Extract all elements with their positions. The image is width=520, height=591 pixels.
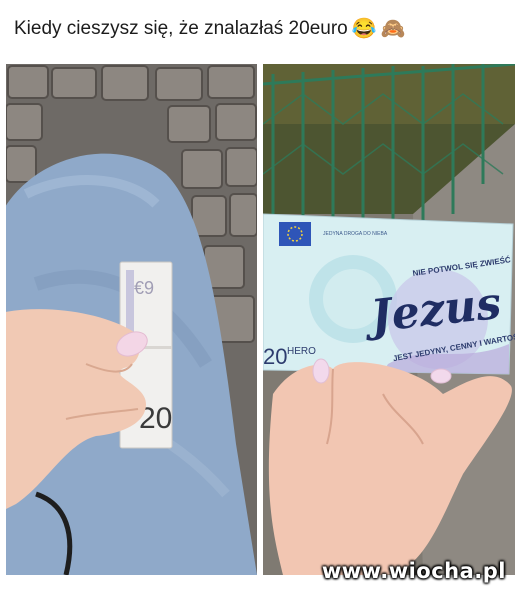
banknote-hero: HERO — [287, 346, 316, 357]
right-photo-scene: JEDYNA DROGA DO NIEBA NIE POTWOL SIĘ ZWI… — [263, 64, 515, 575]
see-no-evil-monkey-emoji-icon: 🙈 — [380, 18, 406, 40]
caption: Kiedy cieszysz się, że znalazłaś 20euro … — [14, 12, 406, 46]
banknote-value: 20 — [263, 344, 287, 369]
site-watermark: www.wiocha.pl — [321, 559, 506, 583]
svg-text:€9: €9 — [134, 278, 154, 298]
right-photo: JEDYNA DROGA DO NIEBA NIE POTWOL SIĘ ZWI… — [263, 64, 515, 575]
left-photo-scene: €9 20 — [6, 64, 257, 575]
laughing-emoji-icon: 😂 — [351, 18, 377, 40]
caption-text: Kiedy cieszysz się, że znalazłaś 20euro — [14, 18, 348, 39]
banknote-top-strip: JEDYNA DROGA DO NIEBA — [323, 231, 388, 237]
left-photo: €9 20 — [6, 64, 257, 575]
